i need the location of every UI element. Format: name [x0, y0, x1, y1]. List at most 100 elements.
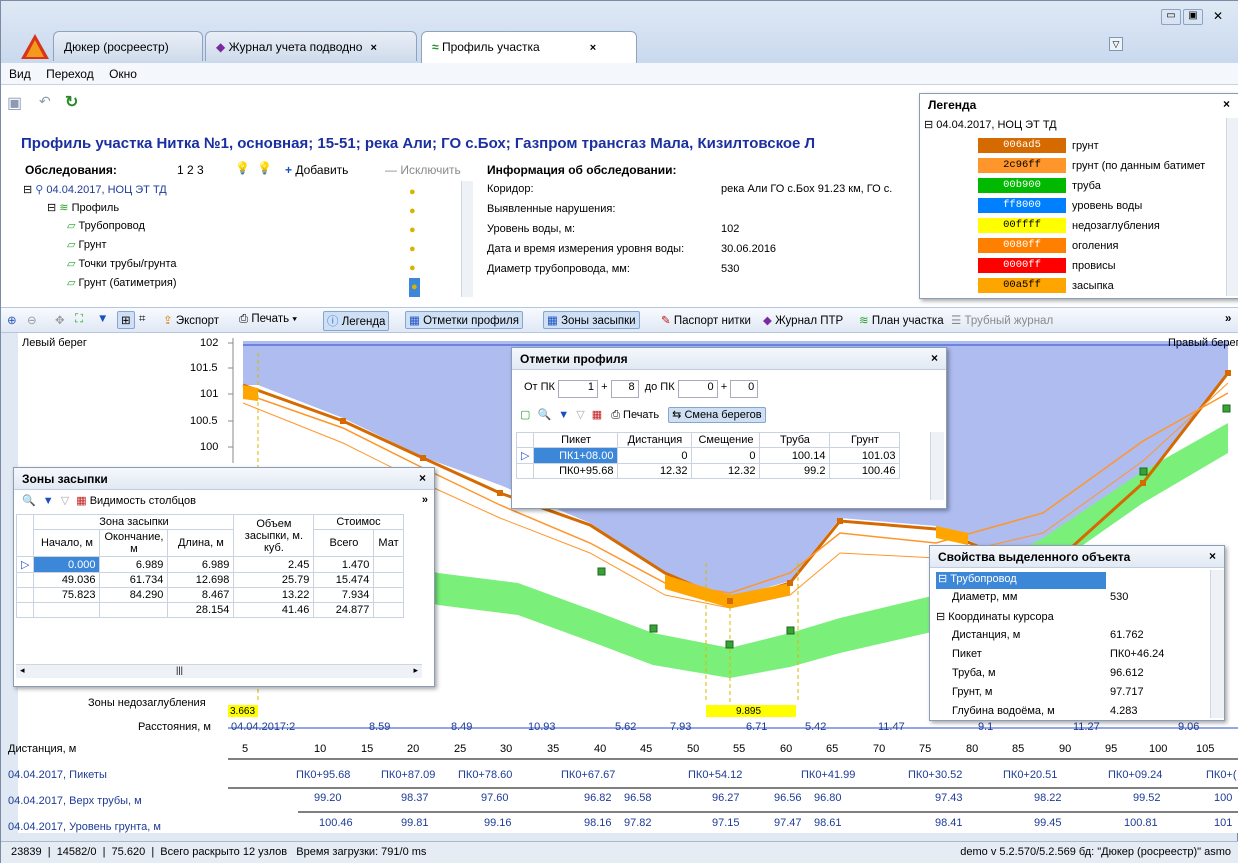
cell[interactable]: ПК0+95.68 — [533, 463, 619, 479]
cell[interactable]: 7.934 — [313, 587, 375, 603]
table-row[interactable]: 49.036 61.734 12.698 25.79 15.474 — [16, 572, 404, 588]
cell[interactable]: 75.823 — [33, 587, 101, 603]
minimize-icon[interactable]: ▭ — [1161, 9, 1181, 25]
overflow-icon[interactable]: » — [1225, 313, 1231, 325]
zoom-in-icon[interactable]: ⊕ — [7, 313, 17, 327]
search-icon[interactable]: 🔍 — [537, 409, 551, 421]
site-plan-button[interactable]: ≋ План участка — [859, 313, 944, 327]
col-header[interactable]: Мат — [373, 529, 404, 557]
exclude-survey-button[interactable]: — Исключить — [385, 163, 461, 177]
zoom-out-icon[interactable]: ⊖ — [27, 313, 37, 327]
clear-filter-icon[interactable]: ▽ — [61, 495, 69, 507]
cell[interactable] — [373, 572, 404, 588]
col-header[interactable]: Начало, м — [33, 529, 101, 557]
cell[interactable]: 0.000 — [33, 556, 101, 573]
prop-row[interactable]: Диаметр, мм — [952, 591, 1017, 603]
add-survey-button[interactable]: + Добавить — [285, 163, 348, 177]
cell[interactable]: 0 — [691, 447, 761, 464]
tab-journal[interactable]: ◆ Журнал учета подводно × — [205, 31, 417, 61]
bulb-icon[interactable]: ● — [409, 259, 420, 278]
cell[interactable]: 0 — [617, 447, 693, 464]
fill-zones-button[interactable]: ▦ Зоны засыпки — [543, 311, 640, 329]
cell[interactable]: 2.45 — [233, 556, 315, 573]
pan-icon[interactable]: ✥ — [55, 313, 65, 327]
close-icon[interactable]: × — [1223, 97, 1230, 111]
collapse-icon[interactable]: ⊟ — [47, 202, 56, 214]
col-header[interactable]: Всего — [313, 529, 375, 557]
close-icon[interactable]: × — [931, 351, 938, 365]
filter-icon[interactable]: ▼ — [558, 409, 569, 421]
bulb-off-icon[interactable]: 💡 — [257, 161, 272, 175]
print-button[interactable]: ⎙ Печать ▾ — [239, 313, 297, 326]
cell[interactable]: 1.470 — [313, 556, 375, 573]
tree-root[interactable]: ⊟ ⚲ 04.04.2017, НОЦ ЭТ ТД — [23, 183, 167, 196]
cell[interactable]: 49.036 — [33, 572, 101, 588]
bulb-on-icon[interactable]: 💡 — [235, 161, 250, 175]
pipe-journal-button[interactable]: ☰ Трубный журнал — [951, 313, 1053, 327]
columns-icon[interactable]: ▦ — [592, 409, 602, 421]
close-icon[interactable]: × — [419, 471, 426, 485]
marks-scrollbar[interactable] — [930, 432, 944, 500]
col-header[interactable]: Окончание, м — [99, 529, 169, 557]
table-row[interactable]: ▷ ПК1+08.00 0 0 100.14 101.03 — [515, 447, 901, 464]
undo-icon[interactable]: ↶ — [39, 93, 51, 110]
scroll-thumb[interactable]: ||| — [176, 665, 183, 675]
tab-list-dropdown-icon[interactable]: ▽ — [1109, 37, 1123, 51]
cell[interactable]: 100.14 — [759, 447, 831, 464]
prop-row[interactable]: Грунт, м — [952, 686, 992, 698]
ptr-journal-button[interactable]: ◆ Журнал ПТР — [763, 313, 843, 327]
refresh-icon[interactable]: ↻ — [65, 92, 78, 112]
overflow-icon[interactable]: » — [422, 494, 428, 506]
from-pk-b-input[interactable]: 8 — [610, 380, 639, 398]
close-icon[interactable]: × — [1209, 549, 1216, 563]
legend-root[interactable]: ⊟ 04.04.2017, НОЦ ЭТ ТД — [924, 118, 1057, 131]
bulb-icon[interactable]: ● — [409, 221, 420, 240]
fit-icon[interactable]: ⛶ — [75, 313, 83, 326]
prop-row[interactable]: ⊟ Координаты курсора — [936, 610, 1054, 623]
collapse-icon[interactable]: ⊟ — [924, 119, 933, 131]
filter-icon[interactable]: ▼ — [97, 313, 108, 325]
bulb-icon[interactable]: ● — [409, 240, 420, 259]
filter-icon[interactable]: ▼ — [43, 495, 54, 507]
tree-item-ground[interactable]: ▱ Грунт — [67, 238, 106, 251]
close-icon[interactable]: × — [590, 42, 596, 54]
table-row[interactable]: ▷ 0.000 6.989 6.989 2.45 1.470 — [16, 556, 404, 573]
tree-item-bathymetry[interactable]: ▱ Грунт (батиметрия) — [67, 276, 177, 289]
fill-hscrollbar[interactable]: ◂ ||| ▸ — [16, 664, 422, 678]
cell[interactable]: 100.46 — [829, 463, 901, 479]
col-header[interactable]: Длина, м — [167, 529, 235, 557]
save-icon[interactable]: ▣ — [7, 93, 22, 113]
bulb-icon[interactable]: ● — [409, 183, 420, 202]
prop-row[interactable]: Пикет — [952, 648, 982, 660]
maximize-icon[interactable]: ▣ — [1183, 9, 1203, 25]
table-row[interactable]: 75.823 84.290 8.467 13.22 7.934 — [16, 587, 404, 603]
close-window-icon[interactable]: ✕ — [1207, 9, 1229, 25]
bulb-icon[interactable]: ● — [409, 202, 420, 221]
cell[interactable]: 12.32 — [691, 463, 761, 479]
new-icon[interactable]: ▢ — [520, 409, 530, 421]
cell[interactable] — [373, 587, 404, 603]
column-visibility-button[interactable]: Видимость столбцов — [90, 495, 196, 507]
swap-banks-button[interactable]: ⇆ Смена берегов — [668, 407, 766, 423]
prop-row[interactable]: ⊟ Трубопровод — [936, 572, 1106, 589]
prop-row[interactable]: Глубина водоёма, м — [952, 705, 1055, 717]
scroll-right-icon[interactable]: ▸ — [413, 665, 418, 676]
export-button[interactable]: ⇪ Экспорт — [163, 313, 219, 327]
legend-scrollbar[interactable] — [1226, 118, 1238, 296]
cell[interactable] — [373, 556, 404, 573]
col-header[interactable]: Труба — [759, 432, 831, 448]
tree-item-pipeline[interactable]: ▱ Трубопровод — [67, 219, 145, 232]
cell[interactable]: ПК1+08.00 — [533, 447, 619, 464]
profile-marks-button[interactable]: ▦ Отметки профиля — [405, 311, 523, 329]
from-pk-a-input[interactable]: 1 — [558, 380, 599, 398]
cell[interactable]: 101.03 — [829, 447, 901, 464]
close-icon[interactable]: × — [370, 42, 376, 54]
col-header[interactable]: Пикет — [533, 432, 619, 448]
prop-row[interactable]: Труба, м — [952, 667, 996, 679]
to-pk-a-input[interactable]: 0 — [677, 380, 718, 398]
cell[interactable]: 6.989 — [167, 556, 235, 573]
cell[interactable]: 6.989 — [99, 556, 169, 573]
scroll-left-icon[interactable]: ◂ — [20, 665, 25, 675]
col-header[interactable]: Объем засыпки, м. куб. — [233, 514, 315, 557]
passport-button[interactable]: ✎ Паспорт нитки — [661, 313, 751, 327]
